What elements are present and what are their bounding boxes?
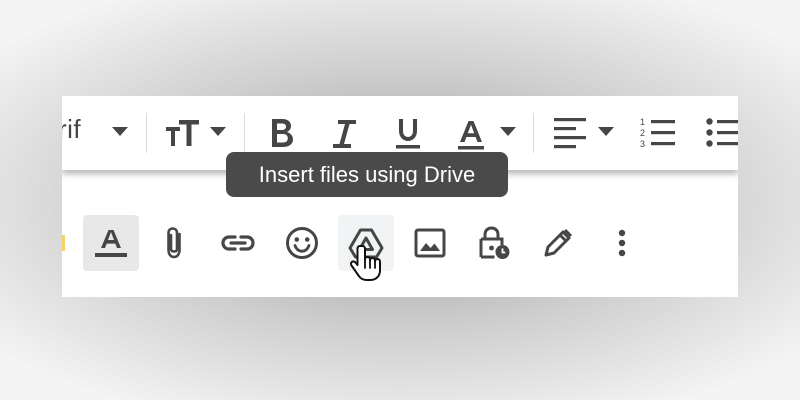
color-swatch-edge: [62, 235, 65, 251]
italic-icon[interactable]: [333, 119, 357, 149]
text-size-chevron-icon[interactable]: [210, 127, 226, 137]
attach-files-button[interactable]: [146, 215, 202, 271]
lock-clock-icon: [477, 225, 511, 261]
more-options-button[interactable]: [594, 215, 650, 271]
more-vert-icon: [618, 229, 626, 257]
insert-signature-button[interactable]: [530, 215, 586, 271]
hand-pointer-cursor-icon: [350, 243, 384, 290]
insert-photo-button[interactable]: [402, 215, 458, 271]
font-dropdown-chevron-icon[interactable]: [112, 127, 128, 137]
emoji-icon: [285, 226, 319, 260]
svg-text:3: 3: [640, 139, 645, 149]
insert-link-button[interactable]: [210, 215, 266, 271]
text-color-icon[interactable]: [458, 120, 484, 150]
bulleted-list-icon[interactable]: [706, 117, 738, 149]
text-size-icon[interactable]: [165, 118, 201, 148]
align-left-icon[interactable]: [554, 117, 588, 149]
paperclip-icon: [164, 226, 184, 260]
text-color-chevron-icon[interactable]: [500, 127, 516, 137]
toolbar-separator: [244, 113, 245, 153]
toolbar-separator: [146, 113, 147, 153]
bold-icon[interactable]: [269, 117, 295, 149]
insert-emoji-button[interactable]: [274, 215, 330, 271]
pen-icon: [542, 227, 574, 259]
text-format-icon: [94, 226, 128, 260]
confidential-mode-button[interactable]: [466, 215, 522, 271]
tooltip-text: Insert files using Drive: [258, 161, 476, 187]
svg-text:1: 1: [640, 117, 645, 127]
drive-tooltip: Insert files using Drive: [226, 152, 508, 197]
underline-icon[interactable]: [396, 118, 420, 150]
svg-text:2: 2: [640, 128, 645, 138]
photo-icon: [414, 228, 446, 258]
align-chevron-icon[interactable]: [598, 127, 614, 137]
link-icon: [220, 233, 256, 253]
toolbar-separator: [533, 113, 534, 153]
numbered-list-icon[interactable]: 1 2 3: [640, 117, 676, 149]
formatting-options-button[interactable]: [83, 215, 139, 271]
font-name-label[interactable]: rif: [62, 114, 81, 145]
